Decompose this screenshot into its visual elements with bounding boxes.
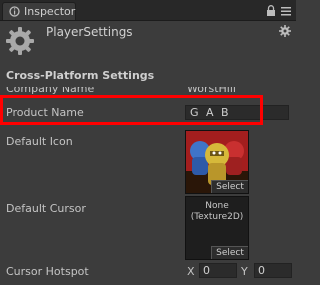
default-cursor-label: Default Cursor	[6, 202, 86, 215]
company-name-field[interactable]: WorstHill	[187, 87, 236, 95]
settings-gear-icon[interactable]	[279, 25, 291, 37]
default-cursor-slot[interactable]: None (Texture2D) Select	[185, 196, 249, 260]
hotspot-y-label: Y	[241, 265, 248, 278]
inspector-header: PlayerSettings	[0, 20, 296, 60]
highlight-box	[0, 95, 263, 125]
default-icon-label: Default Icon	[6, 135, 73, 148]
hotspot-x-field[interactable]: 0	[199, 263, 237, 278]
lock-icon[interactable]	[266, 5, 276, 16]
hotspot-x-label: X	[187, 265, 195, 278]
hotspot-y-field[interactable]: 0	[254, 263, 292, 278]
tab-label: Inspector	[24, 5, 76, 18]
menu-icon[interactable]	[281, 6, 291, 16]
tab-bar: Inspector	[0, 0, 296, 21]
cursor-value-line1: None	[205, 201, 229, 211]
company-name-label: Company Name	[6, 87, 95, 95]
tab-inspector[interactable]: Inspector	[2, 2, 76, 20]
default-icon-select-button[interactable]: Select	[211, 180, 248, 193]
gear-icon	[5, 26, 35, 56]
cursor-texture-value: None (Texture2D)	[186, 201, 248, 223]
section-title: Cross-Platform Settings	[6, 69, 155, 82]
cursor-hotspot-label: Cursor Hotspot	[6, 265, 89, 278]
component-title: PlayerSettings	[46, 25, 133, 39]
cursor-value-line2: (Texture2D)	[190, 212, 244, 222]
default-icon-slot[interactable]: Select	[185, 130, 249, 194]
inspector-icon	[9, 6, 20, 17]
default-cursor-select-button[interactable]: Select	[211, 246, 248, 259]
